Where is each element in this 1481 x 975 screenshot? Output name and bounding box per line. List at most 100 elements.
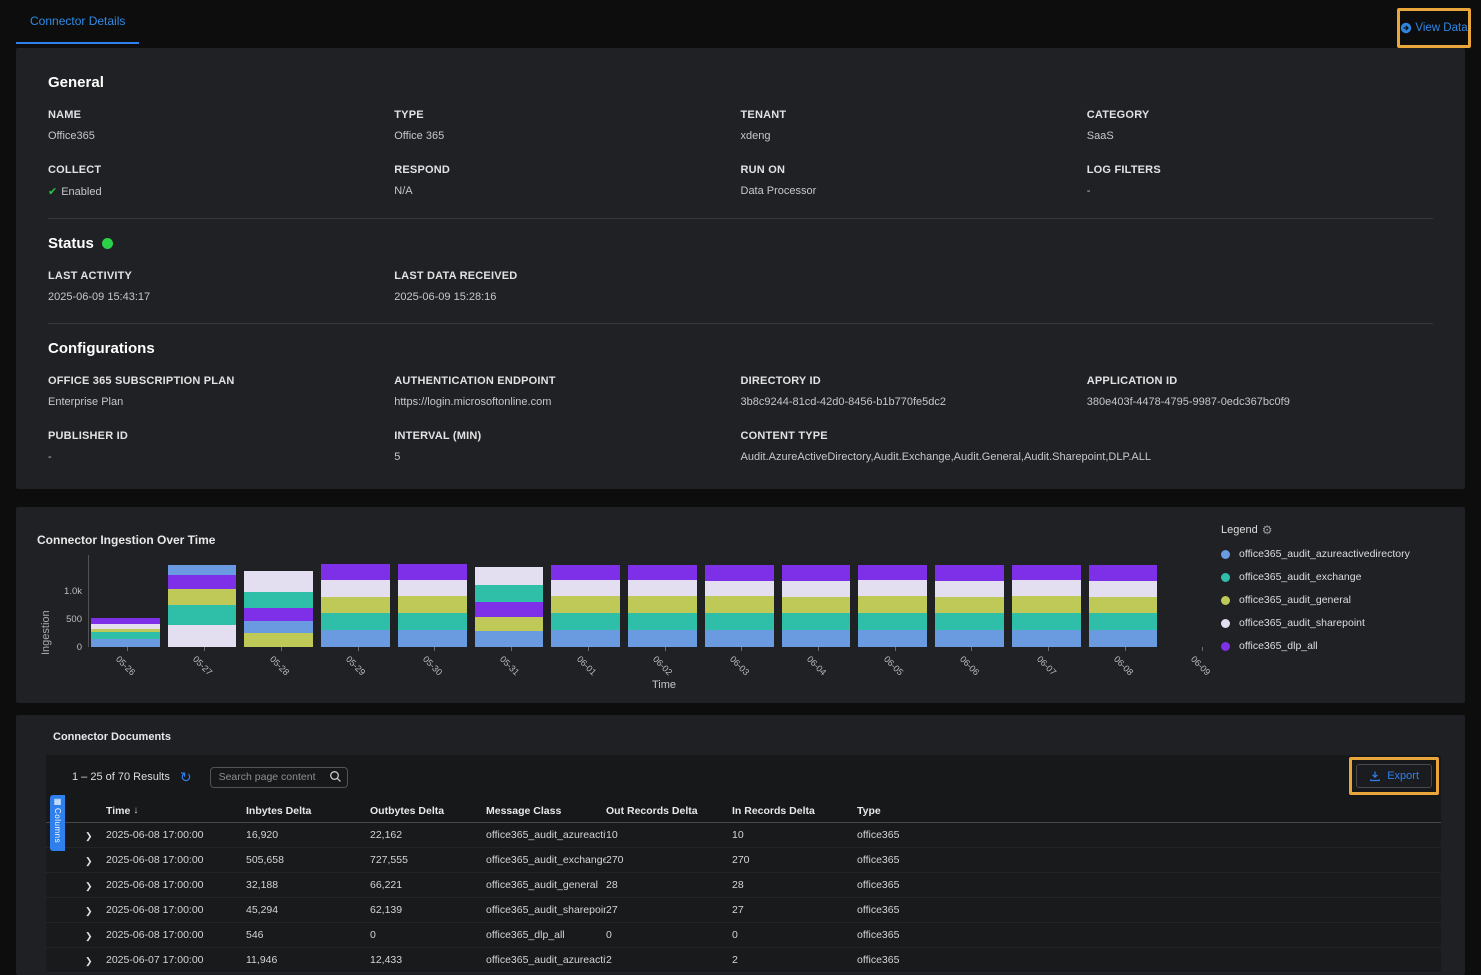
legend-series-name: office365_audit_sharepoint [1239,617,1365,629]
x-tick-label: 05-27 [191,654,214,677]
bar-segment-office365_audit_general [782,597,851,614]
legend-item[interactable]: office365_audit_azureactivedirectory [1221,548,1449,560]
bar-segment-office365_audit_sharepoint [398,580,467,596]
bar-segment-office365_dlp_all [168,575,237,589]
bar-segment-office365_audit_exchange [858,613,927,630]
field-value: xdeng [741,130,1087,142]
gear-icon[interactable]: ⚙ [1262,523,1273,537]
stacked-bar [91,618,160,647]
chevron-right-icon[interactable]: ❯ [85,881,93,891]
bar-segment-office365_audit_general [321,597,390,614]
table-row[interactable]: ❯2025-06-08 17:00:0045,29462,139office36… [46,898,1441,923]
bar-segment-office365_audit_exchange [551,613,620,630]
bar-segment-office365_dlp_all [782,565,851,581]
field-label: APPLICATION ID [1087,375,1433,387]
bar-segment-office365_audit_sharepoint [321,580,390,596]
general-field-grid: NAMEOffice365TYPEOffice 365TENANTxdengCA… [48,109,1433,198]
field-label: TYPE [394,109,740,121]
table-row[interactable]: ❯2025-06-07 17:00:0011,94612,433office36… [46,948,1441,973]
legend-item[interactable]: office365_dlp_all [1221,640,1449,652]
field-label: RESPOND [394,164,740,176]
bar-segment-office365_audit_exchange [168,605,237,625]
connector-documents-panel: Connector Documents 1 – 25 of 70 Results… [16,715,1465,975]
bar-segment-office365_dlp_all [551,565,620,581]
bar-segment-office365_audit_sharepoint [244,571,313,592]
field: CONTENT TYPEAudit.AzureActiveDirectory,A… [741,430,1434,463]
legend-item[interactable]: office365_audit_general [1221,594,1449,606]
stacked-bar [782,565,851,647]
connector-details-panel: General NAMEOffice365TYPEOffice 365TENAN… [16,48,1465,489]
field-value: N/A [394,185,740,197]
field: RUN ONData Processor [741,164,1087,198]
field-label: DIRECTORY ID [741,375,1087,387]
view-data-button[interactable]: View Data [1400,22,1467,34]
table-cell: office365_audit_sharepoint [486,904,606,916]
x-tick-label: 06-05 [881,654,904,677]
column-header-out-records-delta[interactable]: Out Records Delta [606,805,732,817]
export-button[interactable]: Export [1356,764,1432,788]
table-row[interactable]: ❯2025-06-08 17:00:00505,658727,555office… [46,848,1441,873]
field-label: LAST ACTIVITY [48,270,394,282]
column-header-inbytes-delta[interactable]: Inbytes Delta [246,805,370,817]
table-cell: 727,555 [370,854,486,866]
search-icon [329,770,342,783]
chevron-right-icon[interactable]: ❯ [85,956,93,966]
chevron-right-icon[interactable]: ❯ [85,931,93,941]
table-row[interactable]: ❯2025-06-08 17:00:0032,18866,221office36… [46,873,1441,898]
column-header-type[interactable]: Type [857,805,1441,817]
legend-color-dot [1221,619,1230,628]
view-data-label: View Data [1415,22,1467,34]
field-label: NAME [48,109,394,121]
section-divider [48,218,1433,219]
bar-segment-office365_audit_sharepoint [935,581,1004,597]
chevron-right-icon[interactable]: ❯ [85,831,93,841]
row-expander: ❯ [72,926,106,944]
column-header-in-records-delta[interactable]: In Records Delta [732,805,857,817]
bar-slot: 06-07 [1010,555,1087,647]
row-expander: ❯ [72,876,106,894]
field-value: Audit.AzureActiveDirectory,Audit.Exchang… [741,451,1434,463]
legend-title-text: Legend [1221,524,1258,536]
search-input[interactable] [210,767,348,788]
x-tick-label: 06-02 [651,654,674,677]
tab-bar: Connector Details View Data [0,0,1481,44]
chevron-right-icon[interactable]: ❯ [85,856,93,866]
legend-color-dot [1221,642,1230,651]
table-cell: 2 [606,954,732,966]
status-section: Status LAST ACTIVITY2025-06-09 15:43:17L… [48,235,1433,303]
legend-color-dot [1221,573,1230,582]
stacked-bar [628,565,697,647]
legend-series-name: office365_audit_general [1239,594,1351,606]
field-value: 2025-06-09 15:28:16 [394,291,740,303]
table-row[interactable]: ❯2025-06-08 17:00:005460office365_dlp_al… [46,923,1441,948]
table-header-row: Time↓Inbytes DeltaOutbytes DeltaMessage … [46,799,1441,823]
tab-connector-details[interactable]: Connector Details [16,0,139,44]
columns-toggle-button[interactable]: ▦ Columns [50,795,65,851]
table-cell: office365 [857,879,1441,891]
refresh-icon[interactable]: ↻ [180,770,192,784]
field: COLLECT✔Enabled [48,164,394,198]
table-cell: 505,658 [246,854,370,866]
table-row[interactable]: ❯2025-06-08 17:00:0016,92022,162office36… [46,823,1441,848]
legend-item[interactable]: office365_audit_sharepoint [1221,617,1449,629]
table-cell: office365 [857,929,1441,941]
field-label: AUTHENTICATION ENDPOINT [394,375,740,387]
bar-segment-office365_audit_azureactivedirectory [398,630,467,647]
bar-segment-office365_audit_exchange [244,592,313,608]
bar-slot: 06-01 [549,555,626,647]
table-cell: 10 [732,829,857,841]
legend-item[interactable]: office365_audit_exchange [1221,571,1449,583]
column-header-time[interactable]: Time↓ [106,805,246,817]
field-value: - [1087,185,1433,197]
bar-segment-office365_audit_azureactivedirectory [782,630,851,647]
bar-slot: 06-03 [703,555,780,647]
column-header-outbytes-delta[interactable]: Outbytes Delta [370,805,486,817]
bar-segment-office365_audit_sharepoint [858,580,927,596]
field-label: INTERVAL (MIN) [394,430,740,442]
bar-slot: 05-27 [166,555,243,647]
bar-segment-office365_audit_exchange [705,613,774,630]
bar-segment-office365_audit_exchange [628,613,697,630]
table-cell: 2025-06-08 17:00:00 [106,904,246,916]
stacked-bar [475,567,544,647]
column-header-message-class[interactable]: Message Class [486,805,606,817]
